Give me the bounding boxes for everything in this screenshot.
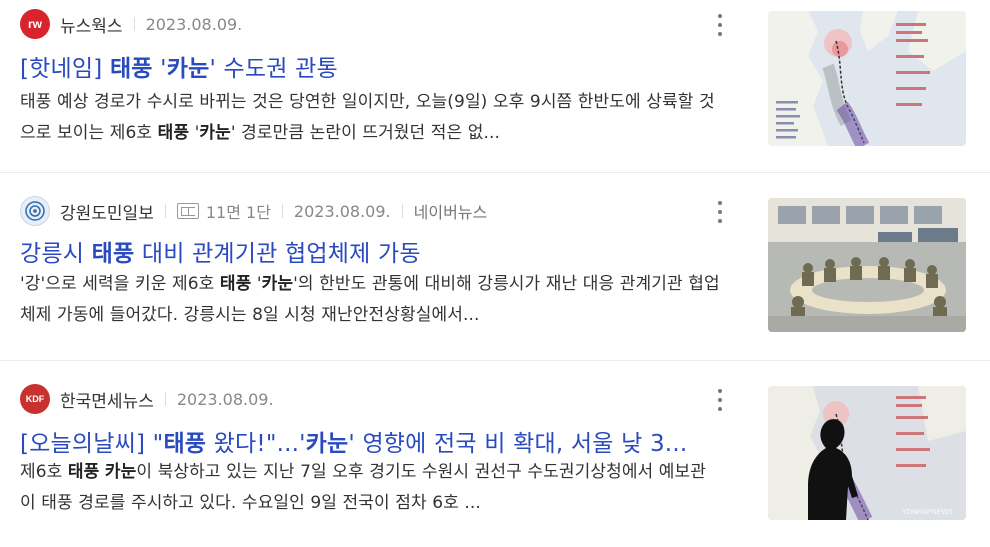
publish-date: 2023.08.09. <box>293 201 391 221</box>
highlighted-keyword: 카눈 <box>305 431 349 457</box>
typhoon-track-map-thumbnail[interactable] <box>768 11 966 146</box>
source-row: KDF 한국면세뉴스 2023.08.09. <box>20 384 274 414</box>
svg-text:YONHAPNEWS: YONHAPNEWS <box>902 509 953 516</box>
highlighted-keyword: 태풍 <box>163 431 207 457</box>
news-result-1: rw 뉴스웍스 2023.08.09. [핫네임] 태풍 '카눈' 수도권 관통… <box>0 0 990 172</box>
divider <box>401 204 403 218</box>
kdf-logo-icon[interactable]: KDF <box>20 384 50 414</box>
source-name[interactable]: 뉴스웍스 <box>60 12 123 37</box>
text-fragment: [오늘의날씨] " <box>20 431 164 457</box>
more-options-icon[interactable] <box>712 389 728 411</box>
text-fragment: ' <box>251 274 262 294</box>
publish-date: 2023.08.09. <box>145 14 243 34</box>
article-title[interactable]: 강릉시 태풍 대비 관계기관 협업체제 가동 <box>20 234 720 268</box>
highlighted-keyword: 태풍 <box>91 241 135 267</box>
highlighted-keyword: 태풍 <box>219 274 252 294</box>
more-options-icon[interactable] <box>712 201 728 223</box>
text-fragment: 왔다!"...' <box>206 431 306 457</box>
news-result-3: KDF 한국면세뉴스 2023.08.09. [오늘의날씨] "태풍 왔다!".… <box>0 360 990 547</box>
source-name[interactable]: 강원도민일보 <box>60 199 154 224</box>
text-fragment: ' <box>152 56 167 82</box>
text-fragment: ' 수도권 관통 <box>209 56 338 82</box>
source-row: 강원도민일보 11면 1단 2023.08.09. 네이버뉴스 <box>20 196 488 226</box>
text-fragment: ' 영향에 전국 비 확대, 서울 낮 3... <box>348 431 688 457</box>
article-snippet: 제6호 태풍 카눈이 북상하고 있는 지난 7일 오후 경기도 수원시 권선구 … <box>20 457 720 519</box>
publish-date: 2023.08.09. <box>176 389 274 409</box>
paper-section: 11면 1단 <box>205 203 271 222</box>
divider <box>133 17 135 31</box>
source-name[interactable]: 한국면세뉴스 <box>60 387 154 412</box>
text-fragment: ' 경로만큼 논란이 뜨거웠던 적은 없... <box>230 123 501 143</box>
meeting-photo-thumbnail[interactable] <box>768 198 966 332</box>
divider <box>164 392 166 406</box>
highlighted-keyword: 카눈 <box>261 274 294 294</box>
highlighted-keyword: 태풍 <box>109 56 153 82</box>
text-fragment: ' <box>189 123 200 143</box>
divider <box>164 204 166 218</box>
news-result-2: 강원도민일보 11면 1단 2023.08.09. 네이버뉴스 강릉시 태풍 대… <box>0 172 990 360</box>
article-title[interactable]: [오늘의날씨] "태풍 왔다!"...'카눈' 영향에 전국 비 확대, 서울 … <box>20 424 720 458</box>
article-snippet: '강'으로 세력을 키운 제6호 태풍 '카눈'의 한반도 관통에 대비해 강릉… <box>20 269 720 331</box>
forecaster-photo-thumbnail[interactable]: YONHAPNEWS <box>768 386 966 520</box>
text-fragment: 강릉시 <box>20 241 92 267</box>
highlighted-keyword: 카눈 <box>199 123 231 143</box>
source-row: rw 뉴스웍스 2023.08.09. <box>20 9 243 39</box>
highlighted-keyword: 카눈 <box>104 462 137 482</box>
highlighted-keyword: 태풍 <box>67 462 100 482</box>
article-snippet: 태풍 예상 경로가 수시로 바뀌는 것은 당연한 일이지만, 오늘(9일) 오후… <box>20 87 720 149</box>
gangwon-ilbo-logo-icon[interactable] <box>20 196 50 226</box>
text-fragment: '강'으로 세력을 키운 제6호 <box>20 274 220 294</box>
naver-news-link[interactable]: 네이버뉴스 <box>414 199 488 223</box>
more-options-icon[interactable] <box>712 14 728 36</box>
newspaper-icon <box>176 203 199 219</box>
text-fragment: [핫네임] <box>20 56 110 82</box>
highlighted-keyword: 태풍 <box>157 123 190 143</box>
highlighted-keyword: 카눈 <box>166 56 210 82</box>
text-fragment: 제6호 <box>20 462 68 482</box>
divider <box>281 204 283 218</box>
newsworks-logo-icon[interactable]: rw <box>20 9 50 39</box>
article-title[interactable]: [핫네임] 태풍 '카눈' 수도권 관통 <box>20 49 720 83</box>
text-fragment: 대비 관계기관 협업체제 가동 <box>134 241 421 267</box>
